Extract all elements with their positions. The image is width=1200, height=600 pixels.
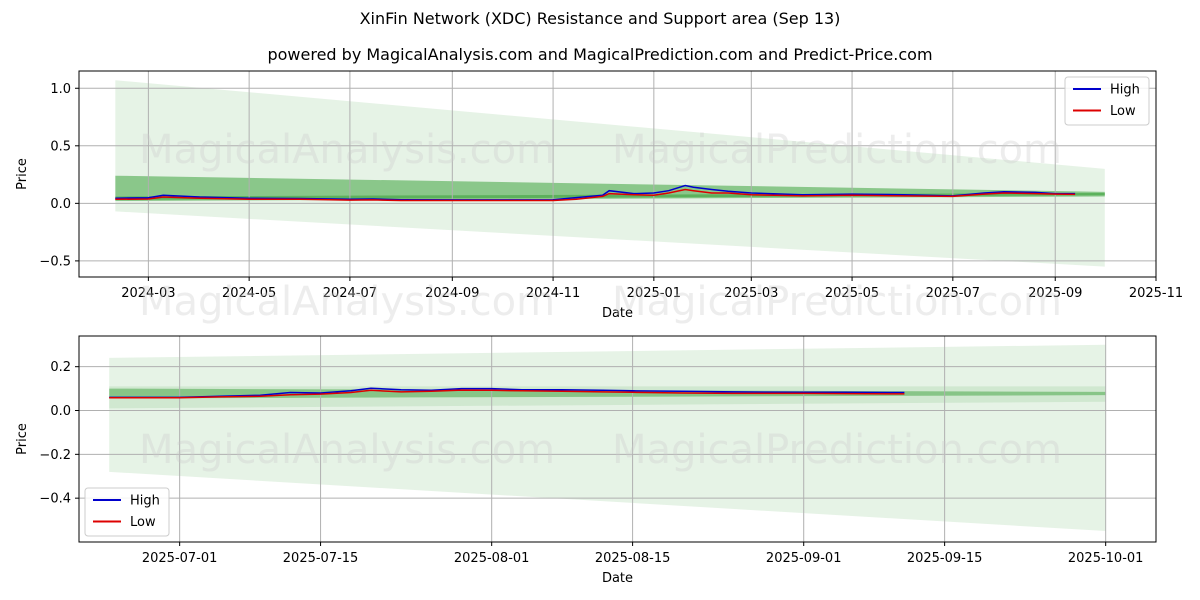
x-tick-label: 2025-07-15 [283, 551, 359, 566]
legend: High Low [1064, 76, 1150, 126]
legend-label-high: High [1110, 83, 1140, 98]
legend-label-high: High [130, 494, 160, 509]
x-tick-label: 2025-11 [1129, 286, 1183, 301]
watermark-text: MagicalAnalysis.com [139, 427, 555, 473]
y-tick-label: −0.2 [39, 448, 71, 463]
legend-label-low: Low [130, 515, 156, 530]
x-tick-label: 2025-10-01 [1068, 551, 1144, 566]
x-tick-label: 2025-07-01 [142, 551, 218, 566]
band-1 [115, 80, 1105, 267]
y-tick-label: −0.5 [39, 254, 71, 269]
y-tick-label: 0.0 [50, 404, 71, 419]
y-tick-label: −0.4 [39, 492, 71, 507]
x-axis-label: Date [602, 571, 633, 586]
x-tick-label: 2025-09-01 [766, 551, 842, 566]
y-tick-label: 0.0 [50, 197, 71, 212]
legend: High Low [84, 487, 170, 537]
y-tick-label: 0.2 [50, 360, 71, 375]
watermark-text: MagicalAnalysis.com [139, 279, 555, 325]
legend-label-low: Low [1110, 104, 1136, 119]
watermark-text: MagicalAnalysis.com [139, 127, 555, 173]
watermark-text: MagicalPrediction.com [612, 427, 1062, 473]
x-tick-label: 2025-08-15 [595, 551, 671, 566]
x-tick-label: 2025-09-15 [907, 551, 983, 566]
band-group [115, 80, 1105, 267]
chart-panel-2: 2025-07-01 2025-07-15 2025-08-01 2025-08-15… [15, 335, 1157, 586]
y-axis-label: Price [15, 423, 30, 455]
y-tick-label: 1.0 [50, 82, 71, 97]
watermark-text: MagicalPrediction.com [612, 127, 1062, 173]
x-tick-label: 2025-08-01 [454, 551, 530, 566]
y-axis-label: Price [15, 158, 30, 190]
y-tick-label: 0.5 [50, 139, 71, 154]
watermark-text: MagicalPrediction.com [612, 279, 1062, 325]
chart-figure: 2024-03 2024-05 2024-07 2024-09 2024-11 2025-… [15, 70, 1183, 586]
